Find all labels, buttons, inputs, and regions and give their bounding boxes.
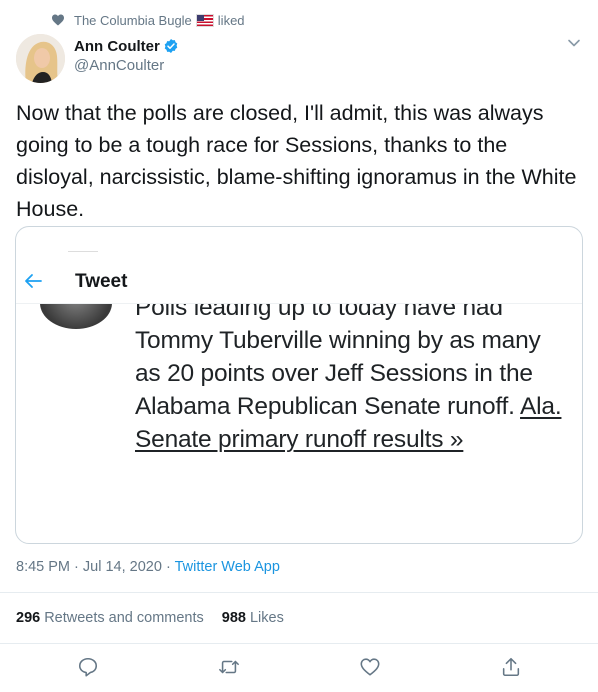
card-top-divider <box>68 251 98 252</box>
share-icon <box>502 657 520 677</box>
likes-stat[interactable]: 988 Likes <box>222 610 284 626</box>
tweet-stats: 296 Retweets and comments 988 Likes <box>16 610 284 626</box>
like-button[interactable] <box>359 656 381 678</box>
heart-icon <box>52 14 64 26</box>
meta-separator-2: · <box>165 559 171 575</box>
reply-icon <box>78 657 98 677</box>
share-button[interactable] <box>500 656 522 678</box>
tweet-time[interactable]: 8:45 PM <box>16 559 70 575</box>
embedded-header-title: Tweet <box>75 271 128 292</box>
verified-badge-icon <box>164 39 178 53</box>
retweets-count: 296 <box>16 610 41 626</box>
tweet-meta: 8:45 PM · Jul 14, 2020 · Twitter Web App <box>16 559 280 575</box>
retweets-label: Retweets and comments <box>44 610 204 626</box>
divider-bottom <box>0 643 598 644</box>
social-context-action: liked <box>217 12 245 28</box>
embedded-text: Polls leading up to today have had Tommy… <box>135 304 565 456</box>
author-block: Ann Coulter @AnnCoulter <box>74 36 179 76</box>
divider-top <box>0 592 598 593</box>
embedded-card[interactable]: Polls leading up to today have had Tommy… <box>15 226 583 544</box>
retweet-button[interactable] <box>218 656 240 678</box>
author-name[interactable]: Ann Coulter <box>74 38 160 55</box>
tweet-source[interactable]: Twitter Web App <box>175 559 280 575</box>
tweet-actions <box>0 656 598 684</box>
back-arrow-icon[interactable] <box>24 273 42 289</box>
tweet-text: Now that the polls are closed, I'll admi… <box>16 101 577 221</box>
embedded-avatar <box>40 304 112 329</box>
social-context: The Columbia Bugle liked <box>52 11 245 29</box>
likes-count: 988 <box>221 610 246 626</box>
chevron-down-icon[interactable] <box>567 36 581 50</box>
retweets-stat[interactable]: 296 Retweets and comments <box>16 610 204 626</box>
reply-button[interactable] <box>77 656 99 678</box>
author-handle[interactable]: @AnnCoulter <box>74 56 179 76</box>
likes-label: Likes <box>249 610 284 626</box>
tweet-date[interactable]: Jul 14, 2020 <box>83 559 162 575</box>
author-avatar[interactable] <box>16 34 65 83</box>
embedded-header: Tweet <box>16 263 582 304</box>
meta-separator: · <box>74 559 79 575</box>
retweet-icon <box>219 660 239 674</box>
like-icon <box>360 658 380 676</box>
embedded-body-text: Polls leading up to today have had Tommy… <box>135 304 541 420</box>
social-context-name[interactable]: The Columbia Bugle <box>74 13 192 28</box>
us-flag-icon <box>195 13 214 27</box>
